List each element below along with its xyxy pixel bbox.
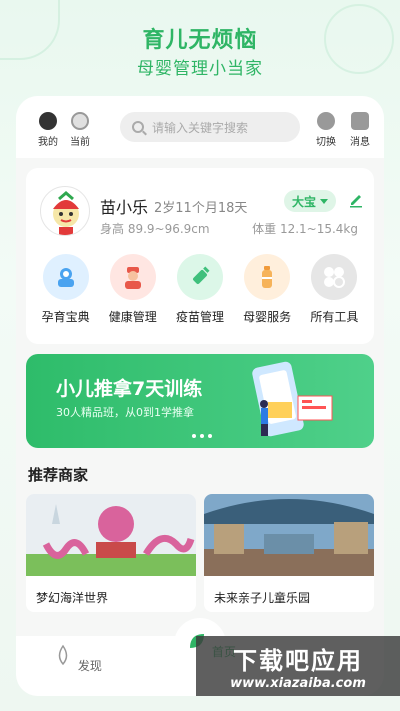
drop-icon	[58, 644, 68, 666]
message-icon	[351, 112, 369, 130]
baby-book-icon	[42, 254, 89, 300]
carousel-dots	[192, 434, 212, 438]
tool-label: 母婴服务	[243, 310, 292, 324]
nav-discover-label: 发现	[77, 659, 102, 673]
child-avatar[interactable]	[40, 186, 90, 236]
child-age: 2岁11个月18天	[154, 201, 248, 216]
cartoon-avatar-icon	[53, 191, 79, 235]
bottle-icon	[244, 254, 291, 300]
watermark-url: www.xiazaiba.com	[230, 676, 366, 691]
promo-title: 育儿无烦恼	[142, 28, 258, 53]
child-height: 身高 89.9~96.9cm	[100, 222, 210, 236]
baby-selector-dropdown[interactable]: 大宝	[284, 190, 336, 212]
baby-selector-label: 大宝	[291, 194, 316, 209]
current-label: 当前	[70, 137, 90, 148]
message-button[interactable]: 消息	[350, 112, 370, 148]
child-name: 苗小乐	[100, 198, 149, 217]
top-bar: 我的 当前 请输入关键字搜索 切换 消息	[16, 96, 384, 158]
tool-vaccine-management[interactable]: 疫苗管理	[168, 254, 232, 325]
recommended-section-title: 推荐商家	[28, 466, 89, 484]
merchant-photo	[204, 494, 374, 576]
watermark-main: 下载吧应用	[233, 647, 363, 675]
merchant-name: 未来亲子儿童乐园	[214, 591, 311, 605]
mine-label: 我的	[38, 137, 58, 148]
doctor-icon	[109, 254, 156, 300]
switch-button[interactable]: 切换	[316, 112, 336, 148]
tool-label: 疫苗管理	[175, 310, 224, 324]
tool-label: 孕育宝典	[41, 310, 90, 324]
edit-icon[interactable]	[348, 192, 364, 208]
switch-icon	[317, 112, 335, 130]
current-location-button[interactable]: 当前	[70, 112, 90, 148]
location-icon	[71, 112, 89, 130]
search-placeholder: 请输入关键字搜索	[152, 120, 249, 135]
merchant-name: 梦幻海洋世界	[36, 591, 109, 605]
tool-pregnancy-guide[interactable]: 孕育宝典	[34, 254, 98, 325]
user-avatar-icon	[39, 112, 57, 130]
chevron-down-icon	[320, 198, 328, 204]
switch-label: 切换	[316, 137, 336, 148]
phone-screen: 我的 当前 请输入关键字搜索 切换 消息 苗小乐 2岁11个月18天 身高 89…	[16, 96, 384, 696]
promo-banner[interactable]: 小儿推拿7天训练 30人精品班，从0到1学推拿	[26, 354, 374, 448]
banner-phone-illustration	[252, 361, 333, 437]
tool-label: 健康管理	[108, 310, 157, 324]
tool-shortcuts: 孕育宝典 健康管理 疫苗管理 母婴服务 所有工具	[26, 254, 374, 325]
merchant-photo	[26, 494, 196, 576]
search-icon	[132, 121, 144, 133]
merchant-card[interactable]: 梦幻海洋世界	[26, 494, 196, 612]
tool-health-management[interactable]: 健康管理	[101, 254, 165, 325]
banner-title: 小儿推拿7天训练	[56, 378, 203, 400]
tool-maternal-service[interactable]: 母婴服务	[235, 254, 299, 325]
syringe-icon	[176, 254, 223, 300]
child-profile-card: 苗小乐 2岁11个月18天 身高 89.9~96.9cm 体重 12.1~15.…	[26, 168, 374, 344]
child-weight: 体重 12.1~15.4kg	[252, 222, 358, 236]
promo-subtitle: 母婴管理小当家	[137, 59, 263, 79]
grid-icon	[311, 254, 358, 300]
nav-discover[interactable]: 发现	[52, 644, 102, 674]
tool-all-tools[interactable]: 所有工具	[302, 254, 366, 325]
watermark: 下载吧应用 www.xiazaiba.com	[196, 636, 400, 696]
message-label: 消息	[350, 137, 370, 148]
tool-label: 所有工具	[310, 310, 359, 324]
search-input[interactable]: 请输入关键字搜索	[120, 112, 300, 142]
mine-button[interactable]: 我的	[38, 112, 58, 148]
banner-subtitle: 30人精品班，从0到1学推拿	[56, 406, 194, 419]
merchant-card[interactable]: 未来亲子儿童乐园	[204, 494, 374, 612]
